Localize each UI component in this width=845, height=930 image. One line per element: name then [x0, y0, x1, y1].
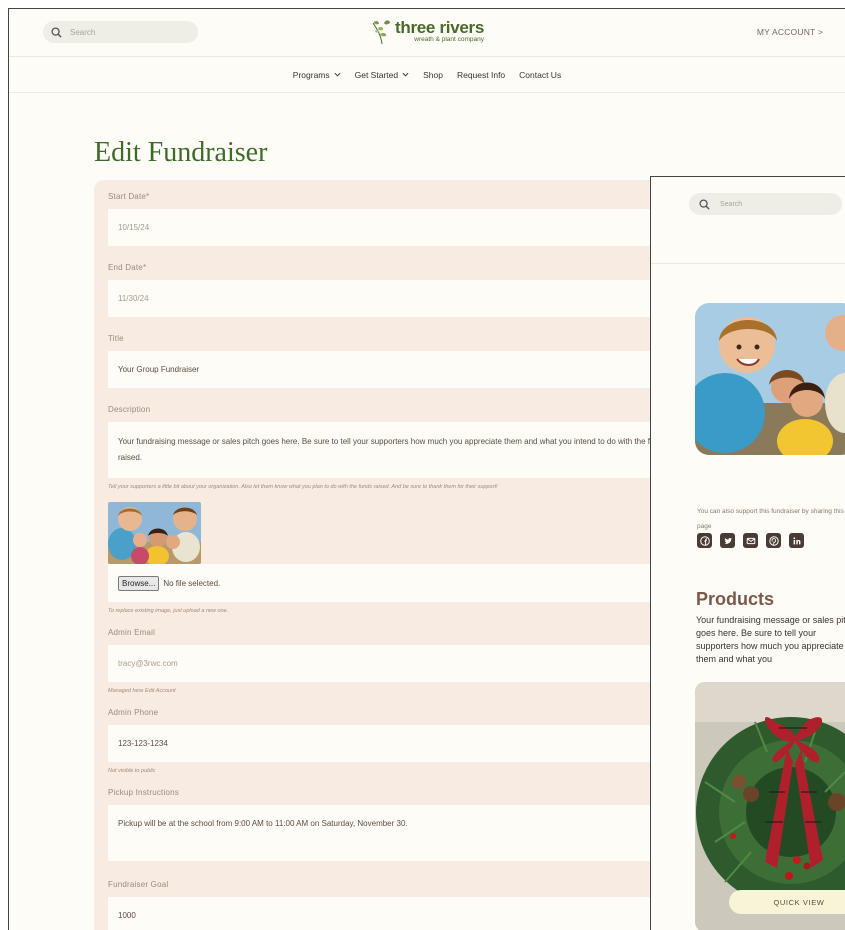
products-heading: Products: [696, 589, 775, 609]
nav-request-info-label: Request Info: [456, 69, 506, 80]
my-account-link[interactable]: MY ACCOUNT >: [757, 27, 823, 37]
nav-shop[interactable]: Shop: [423, 70, 443, 80]
nav-programs-label: Programs: [292, 69, 330, 80]
chevron-down-icon: [334, 72, 341, 77]
search-icon: [51, 26, 62, 38]
pickup-label: Pickup Instructions: [108, 788, 179, 797]
nav-get-started[interactable]: Get Started: [355, 70, 409, 80]
email-icon[interactable]: [743, 533, 758, 548]
end-date-field[interactable]: 11/30/24: [108, 280, 694, 317]
social-share-icons: [697, 533, 804, 548]
title-field[interactable]: Your Group Fundraiser: [108, 351, 694, 388]
fundraiser-preview-window: Search You can also support this fundrai…: [650, 176, 845, 930]
nav-contact-us[interactable]: Contact Us: [519, 70, 561, 80]
nav-programs[interactable]: Programs: [293, 70, 341, 80]
fundraiser-form: Start Date* 10/15/24 End Date* 11/30/24 …: [94, 180, 694, 930]
file-status: No file selected.: [163, 578, 221, 588]
image-upload: Browse... No file selected.: [108, 564, 694, 602]
products-description: Your fundraising message or sales pitch …: [696, 615, 845, 664]
nav-shop-label: Shop: [423, 69, 443, 80]
title-label: Title: [108, 334, 124, 343]
linkedin-icon[interactable]: [789, 533, 804, 548]
image-help: To replace existing image, just upload a…: [108, 608, 229, 614]
logo-wordmark: three rivers: [395, 17, 485, 37]
description-help: Tell your supporters a little bit about …: [108, 484, 498, 490]
quick-view-button[interactable]: QUICK VIEW: [729, 890, 845, 914]
nav-contact-us-label: Contact Us: [519, 69, 562, 80]
nav-get-started-label: Get Started: [354, 69, 399, 80]
logo-tagline: wreath & plant company: [414, 35, 485, 43]
admin-phone-field[interactable]: 123-123-1234: [108, 725, 694, 762]
start-date-field[interactable]: 10/15/24: [108, 209, 694, 246]
start-date-label: Start Date*: [108, 192, 150, 201]
goal-label: Fundraiser Goal: [108, 880, 169, 889]
leaf-icon: [372, 20, 390, 45]
share-support-text: You can also support this fundraiser by …: [697, 508, 844, 530]
preview-nav-divider: [651, 263, 845, 264]
admin-email-field[interactable]: tracy@3rwc.com: [108, 645, 694, 682]
search-placeholder: Search: [70, 27, 96, 37]
admin-phone-help: Not visible to public: [108, 768, 156, 774]
description-field[interactable]: Your fundraising message or sales pitch …: [108, 422, 694, 478]
chevron-down-icon: [402, 72, 409, 77]
admin-phone-label: Admin Phone: [108, 708, 159, 717]
facebook-icon[interactable]: [697, 533, 712, 548]
preview-search-input[interactable]: Search: [689, 193, 842, 215]
site-logo[interactable]: three rivers wreath & plant company: [371, 17, 484, 45]
twitter-icon[interactable]: [720, 533, 735, 548]
goal-field[interactable]: 1000: [108, 897, 694, 930]
page-title: Edit Fundraiser: [94, 137, 268, 168]
pinterest-icon[interactable]: [766, 533, 781, 548]
admin-email-label: Admin Email: [108, 628, 156, 637]
preview-search-placeholder: Search: [720, 200, 743, 208]
description-label: Description: [108, 405, 151, 414]
fundraiser-image-thumbnail: [108, 502, 201, 564]
admin-email-help: Managed here Edit Account: [108, 688, 176, 694]
search-input[interactable]: Search: [43, 21, 198, 43]
site-header: Search three rivers wreath & plant compa…: [9, 9, 845, 57]
fundraiser-hero-image: [695, 303, 845, 455]
search-icon: [699, 198, 710, 210]
pickup-field[interactable]: Pickup will be at the school from 9:00 A…: [108, 805, 694, 861]
nav-request-info[interactable]: Request Info: [457, 70, 505, 80]
browse-button[interactable]: Browse...: [118, 575, 160, 591]
end-date-label: End Date*: [108, 263, 147, 272]
main-nav: Programs Get Started Shop Request Info C…: [9, 57, 845, 93]
